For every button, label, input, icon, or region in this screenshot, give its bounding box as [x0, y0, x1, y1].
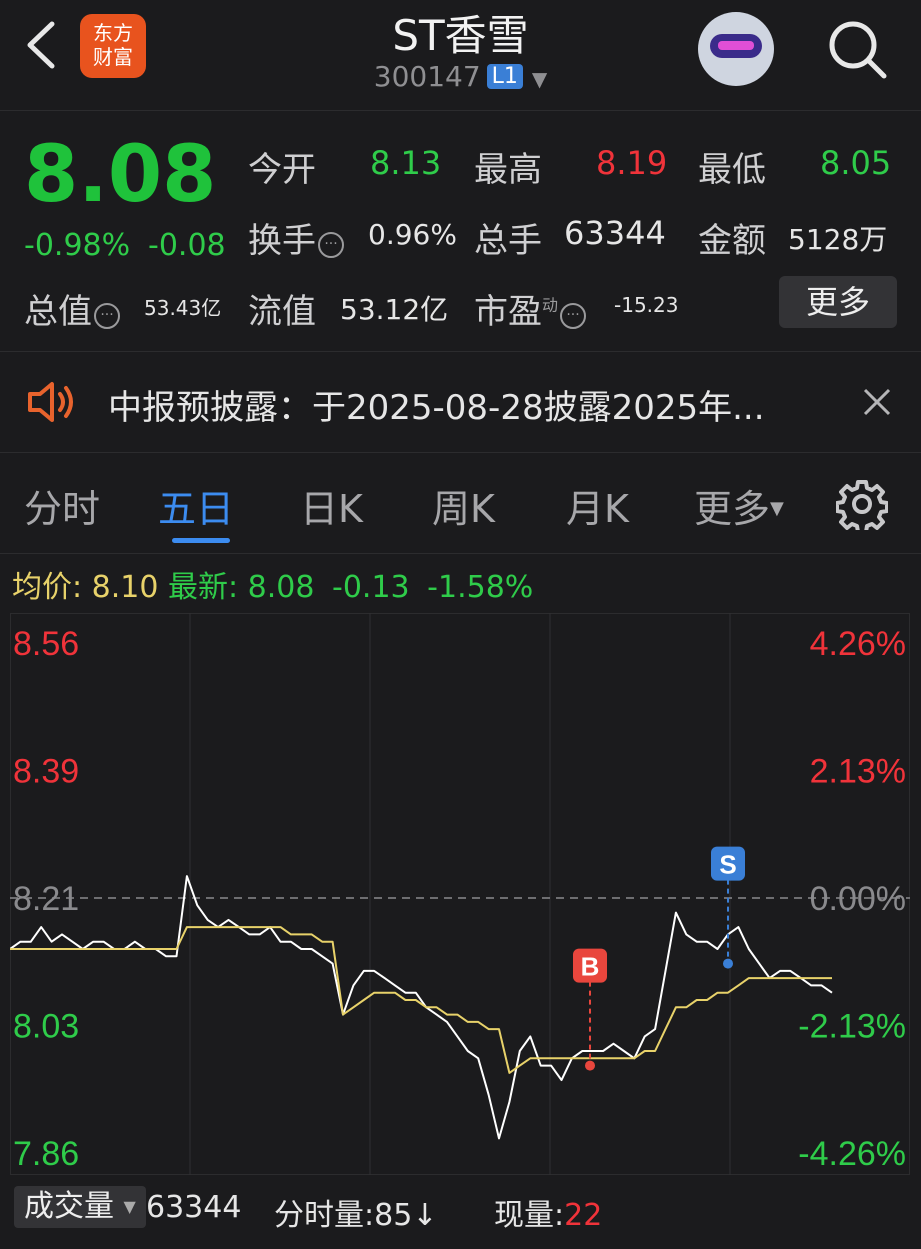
- tick-volume-value: 85↓: [374, 1198, 438, 1233]
- caret-down-icon: ▼: [770, 498, 784, 519]
- high-value: 8.19: [596, 144, 668, 182]
- float-label: 流值: [248, 292, 316, 332]
- latest-label: 最新:: [168, 570, 239, 605]
- stock-name: ST香雪: [392, 11, 529, 60]
- more-info-icon[interactable]: ···: [560, 303, 587, 329]
- open-label: 今开: [248, 150, 316, 190]
- latest-value: 8.08: [247, 570, 315, 605]
- robot-avatar-icon[interactable]: [698, 12, 774, 86]
- y-right-tick: -4.26%: [798, 1135, 906, 1173]
- stock-code: 300147: [373, 60, 481, 93]
- marker-dot: [585, 1060, 595, 1071]
- notice-text[interactable]: 中报预披露：于2025-08-28披露2025年...: [108, 380, 765, 429]
- speaker-icon: [26, 380, 78, 424]
- five-day-chart[interactable]: 8.56 4.26% 8.39 2.13% 8.21 0.00% 8.03 -2.13% 7.8…: [10, 613, 910, 1175]
- change-percent: -0.98%: [24, 228, 131, 263]
- tab-more[interactable]: 更多▼: [694, 478, 784, 533]
- avg-label: 均价:: [12, 570, 83, 605]
- high-label: 最高: [474, 150, 542, 190]
- low-label: 最低: [698, 150, 766, 190]
- mktcap-value: 53.43亿: [144, 296, 222, 320]
- y-right-tick: -2.13%: [798, 1008, 906, 1046]
- level-badge: L1: [486, 64, 523, 89]
- amount-label: 金额: [698, 221, 766, 261]
- active-tab-indicator: [172, 538, 230, 543]
- y-left-tick: 8.03: [13, 1008, 79, 1046]
- tab-more-label: 更多: [694, 487, 771, 531]
- caret-down-icon: ▼: [123, 1197, 136, 1216]
- volume-label: 总手: [474, 221, 542, 261]
- low-value: 8.05: [820, 144, 892, 182]
- float-value: 53.12亿: [340, 293, 449, 326]
- tab-intraday[interactable]: 分时: [24, 478, 100, 533]
- latest-change-pct: -1.58%: [427, 570, 534, 605]
- marker-dot: [723, 958, 733, 969]
- change-amount: -0.08: [148, 228, 226, 263]
- amount-value: 5128万: [788, 223, 888, 256]
- tab-daily-k[interactable]: 日K: [300, 478, 363, 533]
- price-line: [10, 875, 833, 1140]
- marker-label: S: [719, 850, 736, 880]
- current-volume: 现量:22: [494, 1190, 602, 1234]
- tick-volume-label: 分时量:: [274, 1198, 375, 1233]
- y-right-tick: 2.13%: [810, 753, 906, 791]
- y-right-tick: 4.26%: [810, 625, 906, 663]
- stock-code-row[interactable]: 300147 L1 ▼: [0, 60, 921, 93]
- settings-gear-icon[interactable]: [835, 478, 889, 534]
- turnover-label-text: 换手: [248, 221, 316, 261]
- turnover-label[interactable]: 换手 ···: [248, 213, 344, 262]
- chart-info-line: 均价: 8.10 最新: 8.08 -0.13 -1.58%: [12, 562, 533, 606]
- latest-change: -0.13: [332, 570, 410, 605]
- volume-total: 63344: [146, 1190, 242, 1225]
- current-price: 8.08: [24, 130, 217, 220]
- pe-value: -15.23: [614, 293, 679, 317]
- pe-label-text: 市盈: [474, 292, 542, 332]
- more-info-icon[interactable]: ···: [318, 232, 344, 258]
- turnover-value: 0.96%: [368, 218, 457, 251]
- more-button[interactable]: 更多: [779, 276, 897, 328]
- y-left-tick: 7.86: [13, 1135, 79, 1173]
- current-volume-value: 22: [564, 1198, 603, 1233]
- mktcap-label-text: 总值: [24, 292, 92, 332]
- pe-label[interactable]: 市盈动···: [474, 284, 587, 333]
- chart-svg: 8.56 4.26% 8.39 2.13% 8.21 0.00% 8.03 -2.13% 7.8…: [10, 613, 910, 1175]
- y-left-tick: 8.56: [13, 625, 79, 663]
- volume-select[interactable]: 成交量 ▼: [14, 1186, 146, 1228]
- y-left-tick: 8.39: [13, 753, 79, 791]
- more-info-icon[interactable]: ···: [94, 303, 120, 329]
- dropdown-icon[interactable]: ▼: [532, 67, 547, 91]
- tab-weekly-k[interactable]: 周K: [432, 478, 495, 533]
- open-value: 8.13: [370, 144, 442, 182]
- marker-label: B: [581, 952, 600, 982]
- close-icon[interactable]: [862, 387, 892, 417]
- current-volume-label: 现量:: [494, 1198, 565, 1233]
- search-icon[interactable]: [826, 18, 888, 80]
- y-right-tick: 0.00%: [810, 880, 906, 918]
- tab-five-day[interactable]: 五日: [158, 478, 234, 533]
- volume-value: 63344: [564, 214, 666, 252]
- mktcap-label[interactable]: 总值 ···: [24, 284, 120, 333]
- avg-value: 8.10: [91, 570, 159, 605]
- volume-select-label: 成交量: [24, 1189, 114, 1224]
- pe-superscript: 动: [542, 295, 559, 315]
- tick-volume: 分时量:85↓: [274, 1190, 437, 1234]
- tab-monthly-k[interactable]: 月K: [566, 478, 629, 533]
- y-left-tick: 8.21: [13, 880, 79, 918]
